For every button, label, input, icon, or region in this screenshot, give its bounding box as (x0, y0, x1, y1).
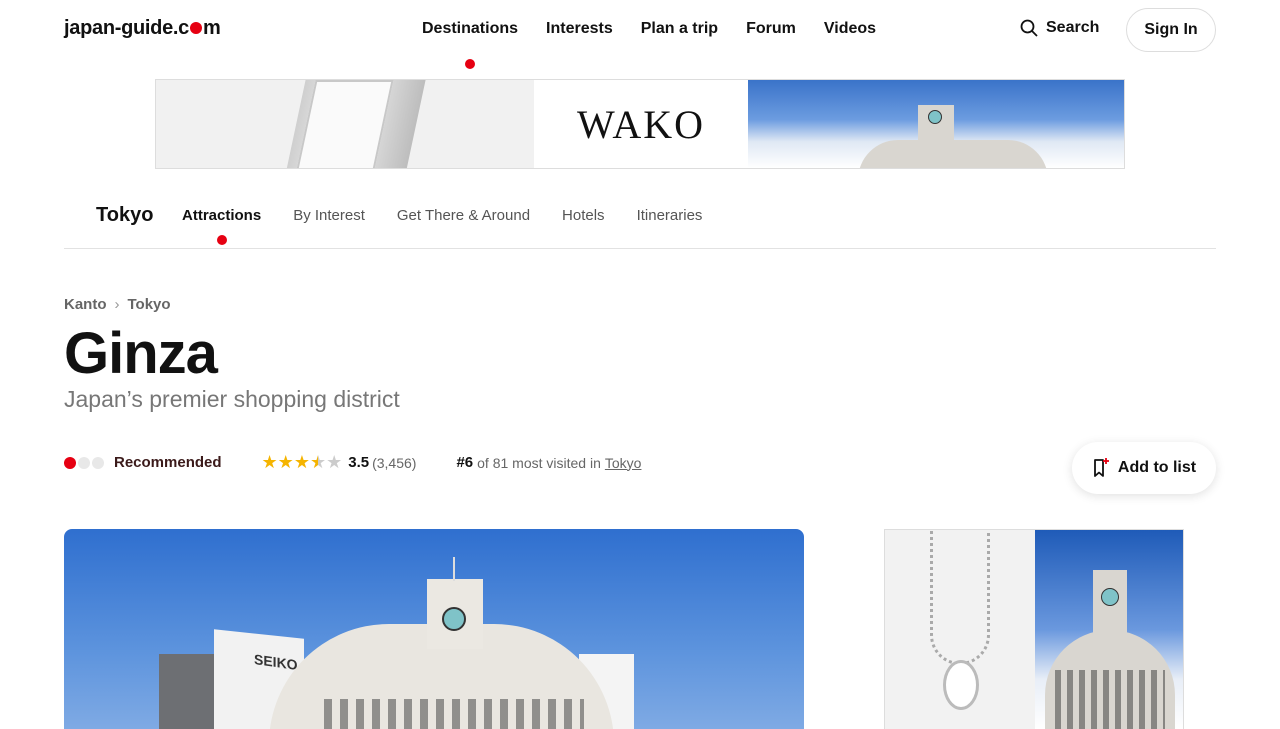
logo-dot-icon (190, 22, 203, 34)
logo-text-end: m (203, 17, 221, 39)
search-label: Search (1046, 19, 1100, 36)
star-icon: ★ (326, 452, 343, 472)
ad-building-image (748, 80, 1124, 168)
nav-forum[interactable]: Forum (746, 20, 796, 38)
search-icon (1020, 19, 1038, 37)
ad-watch-image (156, 80, 534, 168)
city-subnav: Tokyo Attractions By Interest Get There … (64, 180, 1216, 249)
recommendation-dot (64, 456, 76, 469)
nav-videos[interactable]: Videos (824, 20, 876, 38)
tab-hotels[interactable]: Hotels (562, 207, 605, 224)
attraction-meta: Recommended ★ ★ ★ ★ ★ 3.5 (3,456) #6 of 81 m… (64, 452, 641, 473)
nav-interests[interactable]: Interests (546, 20, 613, 38)
recommendation-dot (92, 456, 104, 469)
ad-pendant-image (885, 530, 1035, 729)
page-title: Ginza (64, 321, 218, 386)
search-button[interactable]: Search (1020, 19, 1099, 37)
page-subtitle: Japan’s premier shopping district (64, 386, 400, 412)
star-icon: ★ (261, 452, 278, 472)
add-to-list-button[interactable]: Add to list (1072, 442, 1216, 494)
bookmark-add-icon (1093, 458, 1109, 477)
rank-text: of 81 most visited in (477, 454, 601, 471)
recommendation-label: Recommended (114, 454, 222, 471)
top-navigation: japan-guide.c m Destinations Interests Pl… (0, 0, 1280, 69)
ad-banner[interactable]: WAKO (155, 79, 1125, 169)
rating-value: 3.5 (348, 454, 370, 471)
star-icon: ★ (293, 452, 310, 472)
main-nav: Destinations Interests Plan a trip Forum… (422, 20, 876, 69)
nav-destinations[interactable]: Destinations (422, 20, 518, 69)
rating-stars-icon: ★ ★ ★ ★ ★ (262, 452, 343, 473)
star-icon: ★ (309, 452, 327, 472)
ad-clock-tower-image (1035, 530, 1183, 729)
rating-count: (3,456) (372, 454, 417, 471)
breadcrumb-separator-icon: › (114, 296, 120, 313)
hero-image[interactable]: SEIKO (64, 529, 804, 729)
city-tabs: Attractions By Interest Get There & Arou… (182, 207, 703, 245)
recommendation-dots-icon (64, 456, 104, 469)
tab-itineraries[interactable]: Itineraries (637, 207, 703, 224)
star-icon: ★ (277, 452, 294, 472)
recommendation-dot (78, 456, 90, 469)
tab-get-there-around[interactable]: Get There & Around (397, 207, 530, 224)
rank-link-tokyo[interactable]: Tokyo (605, 455, 642, 471)
logo-text: japan-guide.c (64, 17, 190, 39)
nav-plan-a-trip[interactable]: Plan a trip (641, 20, 718, 38)
breadcrumb-kanto[interactable]: Kanto (64, 296, 107, 313)
site-logo[interactable]: japan-guide.c m (64, 17, 221, 40)
breadcrumb: Kanto › Tokyo (64, 296, 171, 313)
city-title[interactable]: Tokyo (96, 204, 153, 227)
ad-brand-logo: WAKO (534, 80, 748, 168)
add-to-list-label: Add to list (1117, 459, 1197, 476)
breadcrumb-tokyo[interactable]: Tokyo (128, 296, 171, 313)
rank-number: #6 (456, 454, 474, 471)
side-ad[interactable] (884, 529, 1184, 729)
tab-attractions[interactable]: Attractions (182, 207, 261, 245)
clock-tower-icon (442, 607, 466, 631)
sign-in-button[interactable]: Sign In (1126, 8, 1216, 52)
tab-by-interest[interactable]: By Interest (293, 207, 365, 224)
